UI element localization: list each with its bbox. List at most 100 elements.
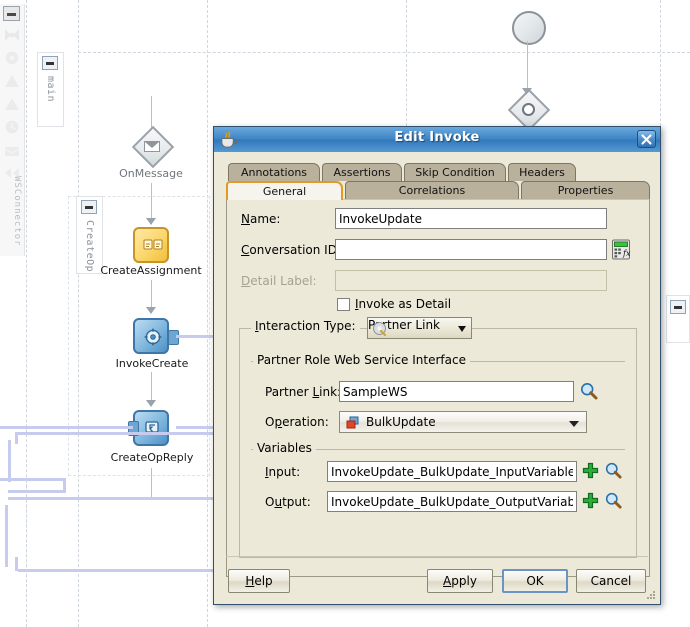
- operation-dropdown[interactable]: BulkUpdate: [339, 411, 587, 433]
- partner-link-line: [18, 432, 214, 435]
- activity-createassignment[interactable]: [133, 227, 169, 263]
- reply-activity-icon: [145, 421, 159, 433]
- name-input[interactable]: [335, 208, 607, 229]
- triangle-icon[interactable]: [3, 72, 21, 90]
- ok-button[interactable]: OK: [502, 569, 568, 593]
- expression-builder-icon[interactable]: fx: [611, 239, 631, 260]
- detail-label-label: Detail Label:: [241, 274, 317, 288]
- partner-link-line: [15, 432, 18, 444]
- flow-arrow-icon: [146, 307, 156, 314]
- clock-icon[interactable]: [3, 118, 21, 136]
- tab-properties[interactable]: Properties: [521, 181, 650, 200]
- partner-link-icon: [373, 322, 387, 337]
- dialog-title-bar[interactable]: Edit Invoke: [214, 127, 660, 153]
- palette-label: WSConnector: [12, 176, 22, 247]
- input-variable-input[interactable]: [327, 461, 577, 482]
- partner-link-line: [8, 497, 214, 500]
- output-variable-input[interactable]: [327, 491, 577, 512]
- partner-link-input[interactable]: [339, 381, 574, 402]
- interaction-type-label: Interaction Type:: [251, 319, 360, 333]
- receive-gate-icon: [507, 88, 551, 132]
- name-label: Name:: [241, 212, 281, 226]
- triangle-icon[interactable]: [3, 95, 21, 113]
- invoke-activity-icon: [144, 328, 162, 346]
- operation-label: Operation:: [265, 415, 329, 429]
- input-add-plus-icon[interactable]: [582, 462, 599, 479]
- input-label: Input:: [265, 465, 301, 479]
- partner-link-line: [8, 440, 11, 482]
- gear-icon[interactable]: [3, 49, 21, 67]
- cancel-button[interactable]: Cancel: [576, 569, 646, 593]
- tab-skip-condition[interactable]: Skip Condition: [404, 163, 506, 181]
- partner-link-line: [18, 569, 214, 572]
- partner-link-line: [8, 490, 66, 493]
- partner-link-line: [0, 426, 133, 429]
- resize-grip-icon[interactable]: [645, 589, 657, 601]
- tab-assertions[interactable]: Assertions: [322, 163, 402, 181]
- operation-value: BulkUpdate: [366, 415, 436, 429]
- tab-headers[interactable]: Headers: [508, 163, 576, 181]
- partner-link-browse-magnifier-icon[interactable]: [579, 381, 599, 401]
- chevron-down-icon: [458, 326, 466, 332]
- invoke-as-detail-label: Invoke as Detail: [355, 297, 452, 311]
- envelope-icon[interactable]: [3, 141, 21, 159]
- operation-icon: [346, 416, 359, 429]
- grid-line: [660, 0, 661, 126]
- process-start-icon: [512, 11, 546, 45]
- flow-arrow-icon: [146, 400, 156, 407]
- dialog-title: Edit Invoke: [394, 130, 480, 145]
- dialog-button-bar: Help Apply OK Cancel: [214, 554, 660, 604]
- detail-label-input: [335, 270, 607, 291]
- dialog-body: Annotations Assertions Skip Condition He…: [214, 152, 660, 604]
- help-button[interactable]: Help: [228, 569, 290, 593]
- flow-connector: [527, 41, 528, 91]
- partner-link-line: [5, 505, 8, 567]
- partner-link-line: [0, 478, 66, 481]
- component-palette[interactable]: WSConnector: [0, 4, 25, 256]
- tab-bar: Annotations Assertions Skip Condition He…: [226, 163, 650, 200]
- assign-activity-icon: [143, 239, 163, 250]
- node-label-onmessage: OnMessage: [119, 167, 183, 180]
- general-tab-panel: Name: Conversation ID: fx Detail Label: …: [226, 199, 650, 577]
- flow-connector: [151, 468, 152, 498]
- interaction-type-dropdown[interactable]: Partner Link: [367, 317, 472, 339]
- button-bar-separator: [226, 556, 648, 557]
- apply-button[interactable]: Apply: [427, 569, 493, 593]
- onmessage-icon: [131, 125, 175, 169]
- output-label: Output:: [265, 495, 311, 509]
- partner-link-line: [15, 557, 18, 571]
- close-icon[interactable]: [637, 130, 656, 148]
- grid-line: [78, 52, 690, 53]
- activity-invokecreate[interactable]: [133, 318, 169, 354]
- partner-link-line: [176, 335, 214, 338]
- grid-line: [26, 480, 27, 627]
- conversation-id-label: Conversation ID:: [241, 243, 341, 257]
- tab-correlations[interactable]: Correlations: [345, 181, 519, 200]
- tab-annotations[interactable]: Annotations: [228, 163, 320, 181]
- partner-role-group-title: Partner Role Web Service Interface: [253, 353, 470, 367]
- scope-createop-collapse-icon[interactable]: [81, 200, 97, 214]
- node-label-createopreply: CreateOpReply: [110, 451, 194, 464]
- invoke-as-detail-checkbox[interactable]: [337, 298, 350, 311]
- right-edge-collapse-icon[interactable]: [670, 300, 686, 314]
- grid-line: [406, 0, 407, 126]
- node-label-createassignment: CreateAssignment: [100, 264, 202, 277]
- tab-general[interactable]: General: [226, 181, 343, 200]
- output-browse-magnifier-icon[interactable]: [604, 491, 623, 510]
- conversation-id-input[interactable]: [335, 239, 607, 260]
- partner-link-line: [176, 426, 214, 429]
- chevron-down-icon: [569, 421, 579, 427]
- palette-collapse-icon[interactable]: [3, 6, 20, 21]
- scope-main-label: main: [45, 76, 56, 103]
- scope-main-collapse-icon[interactable]: [42, 56, 58, 70]
- flow-connector: [151, 183, 152, 221]
- flow-arrow-icon: [146, 218, 156, 225]
- bow-tie-icon[interactable]: [3, 26, 21, 44]
- partner-link-label: Partner Link:: [265, 385, 342, 399]
- svg-text:fx: fx: [622, 249, 631, 258]
- output-add-plus-icon[interactable]: [582, 492, 599, 509]
- variables-group-title: Variables: [253, 441, 316, 455]
- node-label-invokecreate: InvokeCreate: [115, 357, 189, 370]
- input-browse-magnifier-icon[interactable]: [604, 461, 623, 480]
- edit-invoke-dialog: Edit Invoke Annotations Assertions Skip …: [213, 126, 661, 605]
